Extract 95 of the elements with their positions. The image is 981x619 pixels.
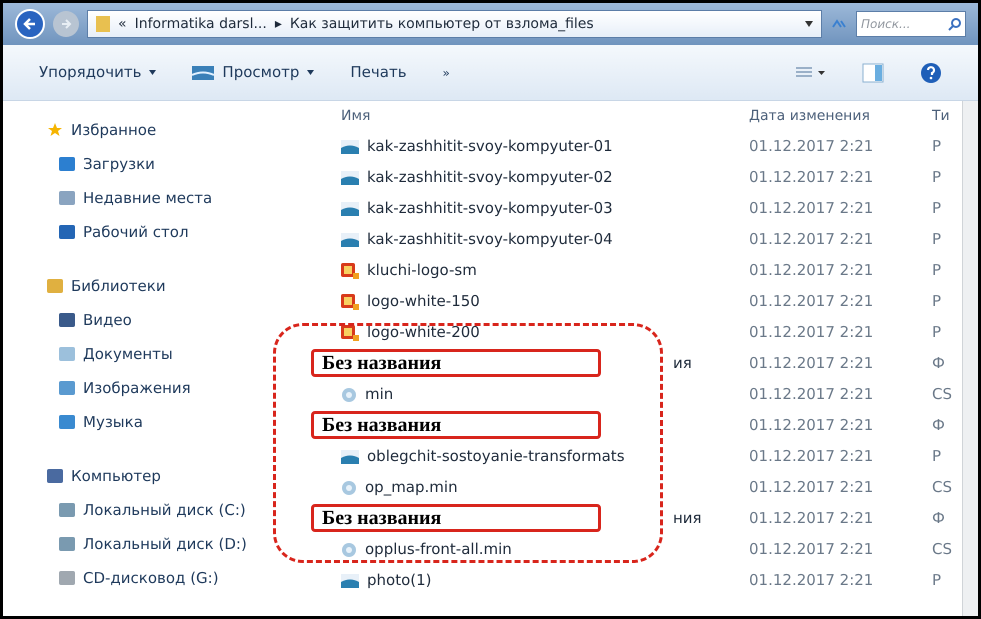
nav-group[interactable]: Библиотеки <box>47 269 166 303</box>
search-field[interactable]: Поиск... <box>856 11 966 37</box>
type-cell-text: Р <box>931 136 942 158</box>
file-name: logo-white-150 <box>367 291 480 312</box>
image-file-icon <box>341 140 359 154</box>
date-cell-text: 01.12.2017 2:21 <box>748 570 874 592</box>
date-cell-text: 01.12.2017 2:21 <box>748 291 874 312</box>
nav-group[interactable]: Компьютер <box>47 459 161 493</box>
date-cell-text: 01.12.2017 2:21 <box>748 353 874 374</box>
file-name: kluchi-logo-sm <box>367 260 477 282</box>
stylesheet-file-icon <box>341 480 357 496</box>
file-name: ия <box>673 353 692 374</box>
search-icon <box>948 17 962 31</box>
nav-item[interactable]: Музыка <box>59 405 143 439</box>
file-name: kak-zashhitit-svoy-kompyuter-02 <box>367 167 613 188</box>
image-file-icon <box>341 170 359 184</box>
type-cell-text: CS <box>931 384 952 406</box>
date-cell-text: 01.12.2017 2:21 <box>748 477 874 498</box>
stylesheet-file-icon <box>341 542 357 558</box>
file-name: min <box>365 384 394 406</box>
picture-file-icon <box>341 262 359 278</box>
breadcrumb-separator: ▸ <box>274 14 282 34</box>
breadcrumb-overflow[interactable]: « <box>118 14 127 34</box>
file-name: oblegchit-sostoyanie-transformats <box>367 446 625 468</box>
picture-file-icon <box>341 324 359 340</box>
back-button[interactable] <box>15 9 45 39</box>
slideshow-icon <box>192 66 214 80</box>
nav-item[interactable]: Документы <box>59 337 173 371</box>
type-cell-text: Р <box>931 570 942 592</box>
toolbar-button[interactable]: Упорядочить <box>39 61 156 84</box>
date-cell-text: 01.12.2017 2:21 <box>748 136 874 158</box>
dropdown-caret-icon[interactable] <box>805 21 813 27</box>
folder-icon <box>96 16 110 32</box>
type-cell-text: Р <box>931 260 942 282</box>
star-icon <box>47 122 63 138</box>
file-name: kak-zashhitit-svoy-kompyuter-03 <box>367 198 613 220</box>
image-file-icon <box>341 232 359 246</box>
date-cell-text: 01.12.2017 2:21 <box>748 229 874 250</box>
nav-item[interactable]: Изображения <box>59 371 191 405</box>
image-file-icon <box>341 450 359 464</box>
file-name: op_map.min <box>365 477 458 498</box>
breadcrumb-segment[interactable]: Как защитить компьютер от взлома_files <box>290 14 594 34</box>
date-cell-text: 01.12.2017 2:21 <box>748 260 874 282</box>
file-name: opplus-front-all.min <box>365 539 512 560</box>
picture-file-icon <box>341 294 359 310</box>
date-cell-text: 01.12.2017 2:21 <box>748 508 874 530</box>
type-cell-text: CS <box>931 539 952 560</box>
help-icon[interactable] <box>920 62 942 84</box>
type-cell-text: Р <box>931 446 942 468</box>
type-cell-text: Р <box>931 229 942 250</box>
callout-label: Без названия <box>311 411 601 439</box>
file-name: photo(1) <box>367 570 432 592</box>
type-cell-text: Р <box>931 322 942 344</box>
image-file-icon <box>341 574 359 588</box>
type-cell-text: Ф <box>931 415 945 436</box>
type-cell-text: Р <box>931 198 942 220</box>
more-commands-button[interactable]: » <box>442 64 450 82</box>
column-header[interactable]: Имя <box>303 106 743 126</box>
file-name: kak-zashhitit-svoy-kompyuter-04 <box>367 229 613 250</box>
date-cell-text: 01.12.2017 2:21 <box>748 322 874 344</box>
nav-group[interactable]: Избранное <box>47 113 156 147</box>
nav-item[interactable]: Локальный диск (C:) <box>59 493 246 527</box>
toolbar-button[interactable]: Печать <box>350 61 407 84</box>
date-cell-text: 01.12.2017 2:21 <box>748 446 874 468</box>
nav-item[interactable]: Видео <box>59 303 132 337</box>
breadcrumb-segment[interactable]: Informatika darsl... <box>134 14 267 34</box>
image-file-icon <box>341 202 359 216</box>
type-cell-text: Р <box>931 291 942 312</box>
nav-item[interactable]: Недавние места <box>59 181 212 215</box>
nav-item[interactable]: Загрузки <box>59 147 155 181</box>
callout-label: Без названия <box>311 504 601 532</box>
type-cell-text: Ф <box>931 508 945 530</box>
back-arrow-icon <box>23 17 37 31</box>
file-name: kak-zashhitit-svoy-kompyuter-01 <box>367 136 613 158</box>
view-options-icon[interactable] <box>796 66 826 80</box>
date-cell-text: 01.12.2017 2:21 <box>748 384 874 406</box>
nav-item[interactable]: Рабочий стол <box>59 215 189 249</box>
stylesheet-file-icon <box>341 386 357 402</box>
forward-arrow-icon <box>60 18 72 30</box>
file-name: ния <box>673 508 702 530</box>
type-cell-text: CS <box>931 477 952 498</box>
nav-item[interactable]: CD-дисковод (G:) <box>59 561 219 595</box>
column-header[interactable]: Дата изменения <box>743 106 928 126</box>
column-header[interactable]: Ти <box>928 106 950 126</box>
type-cell-text: Ф <box>931 353 945 374</box>
file-name: logo-white-200 <box>367 322 480 344</box>
date-cell-text: 01.12.2017 2:21 <box>748 415 874 436</box>
callout-label: Без названия <box>311 349 601 377</box>
date-cell-text: 01.12.2017 2:21 <box>748 539 874 560</box>
toolbar-button[interactable]: Просмотр <box>192 61 314 84</box>
nav-item[interactable]: Локальный диск (D:) <box>59 527 247 561</box>
type-cell-text: Р <box>931 167 942 188</box>
date-cell-text: 01.12.2017 2:21 <box>748 167 874 188</box>
address-field[interactable]: « Informatika darsl... ▸ Как защитить компьютер от взлома_files <box>87 10 822 38</box>
date-cell-text: 01.12.2017 2:21 <box>748 198 874 220</box>
